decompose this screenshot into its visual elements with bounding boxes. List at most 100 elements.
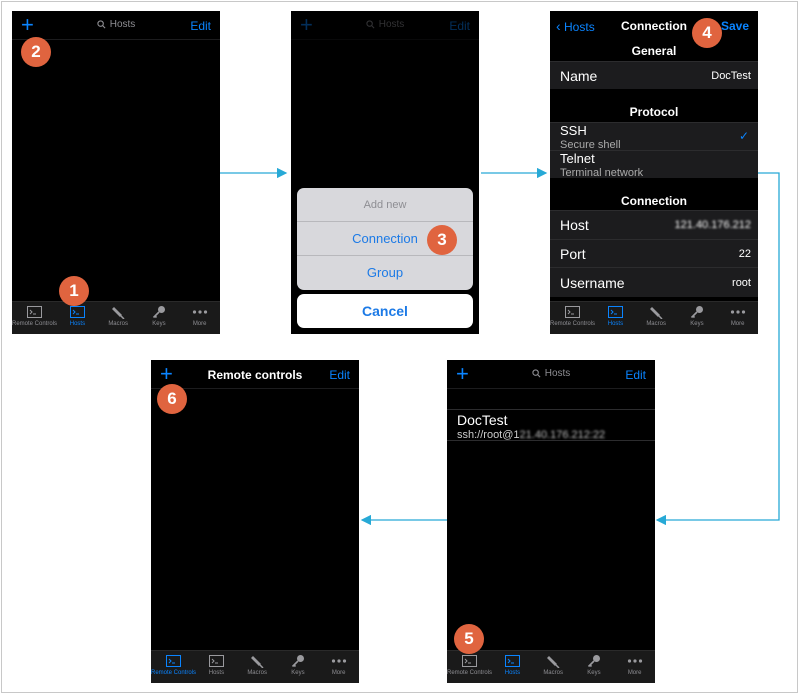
top-bar: + Hosts Edit <box>12 11 220 40</box>
terminal-icon <box>462 654 478 668</box>
more-icon <box>192 305 208 319</box>
host-url-blurred: 21.40.176.212:22 <box>519 429 606 441</box>
tab-label: Remote Controls <box>447 670 493 676</box>
tab-macros[interactable]: Macros <box>237 651 278 683</box>
tab-hosts[interactable]: Hosts <box>196 651 237 683</box>
tab-macros[interactable]: Macros <box>533 651 574 683</box>
search-label: Hosts <box>544 368 571 379</box>
tab-label: Keys <box>291 670 305 676</box>
terminal-icon <box>166 654 182 668</box>
terminal-icon <box>504 654 520 668</box>
tab-keys[interactable]: Keys <box>278 651 319 683</box>
section-general: General <box>631 44 677 58</box>
key-icon <box>290 654 306 668</box>
cancel-button[interactable]: Cancel <box>297 294 473 328</box>
tab-more[interactable]: More <box>179 302 220 334</box>
top-bar: + Remote controls Edit <box>151 360 359 389</box>
tab-more[interactable]: More <box>318 651 359 683</box>
port-row[interactable]: Port 22 <box>550 239 758 267</box>
tab-label: Hosts <box>208 670 225 676</box>
step-badge-5: 5 <box>454 624 484 654</box>
tab-label: More <box>192 321 207 327</box>
more-icon <box>730 305 746 319</box>
terminal-icon <box>208 654 224 668</box>
section-connection: Connection <box>621 194 687 208</box>
search-field[interactable]: Hosts <box>12 19 220 30</box>
tab-macros[interactable]: Macros <box>636 302 677 334</box>
tab-bar: Remote Controls Hosts Macros Keys More <box>550 301 758 334</box>
step-badge-6: 6 <box>157 384 187 414</box>
search-label: Hosts <box>378 19 405 30</box>
top-bar: + Hosts Edit <box>291 11 479 40</box>
edit-button[interactable]: Edit <box>449 19 470 33</box>
tab-more[interactable]: More <box>717 302 758 334</box>
macro-icon <box>110 305 126 319</box>
host-list-item[interactable]: DocTest ssh://root@121.40.176.212:22 <box>447 409 655 441</box>
telnet-sub: Terminal network <box>560 167 644 179</box>
tab-label: Remote Controls <box>151 670 197 676</box>
tab-label: More <box>627 670 642 676</box>
more-icon <box>331 654 347 668</box>
port-label: Port <box>560 246 586 262</box>
tab-label: More <box>730 321 745 327</box>
group-option[interactable]: Group <box>297 256 473 290</box>
tab-macros[interactable]: Macros <box>98 302 139 334</box>
tab-remote-controls[interactable]: Remote Controls <box>447 651 492 683</box>
telnet-label: Telnet <box>560 151 595 166</box>
tab-keys[interactable]: Keys <box>574 651 615 683</box>
sheet-header: Add new <box>297 188 473 222</box>
tab-keys[interactable]: Keys <box>139 302 180 334</box>
tab-label: Hosts <box>69 321 86 327</box>
tab-label: Keys <box>152 321 166 327</box>
ssh-label: SSH <box>560 123 587 138</box>
tab-hosts[interactable]: Hosts <box>492 651 533 683</box>
tab-label: More <box>331 670 346 676</box>
step-badge-4: 4 <box>692 18 722 48</box>
tab-remote-controls[interactable]: Remote Controls <box>12 302 57 334</box>
name-row[interactable]: Name DocTest <box>550 61 758 89</box>
key-icon <box>689 305 705 319</box>
macro-icon <box>249 654 265 668</box>
tab-keys[interactable]: Keys <box>677 302 718 334</box>
tab-label: Remote Controls <box>12 321 58 327</box>
terminal-icon <box>607 305 623 319</box>
step-badge-1: 1 <box>59 276 89 306</box>
edit-button[interactable]: Edit <box>329 368 350 382</box>
ssh-row[interactable]: SSH Secure shell ✓ <box>550 122 758 151</box>
name-label: Name <box>560 68 598 84</box>
tab-bar: Remote Controls Hosts Macros Keys More <box>447 650 655 683</box>
screen-connection-form: ‹ Hosts Connection Save General Name Doc… <box>550 11 758 334</box>
tab-hosts[interactable]: Hosts <box>57 302 98 334</box>
tab-label: Macros <box>543 670 563 676</box>
host-row[interactable]: Host 121.40.176.212 <box>550 210 758 239</box>
tab-label: Keys <box>587 670 601 676</box>
step-badge-3: 3 <box>427 225 457 255</box>
host-item-url: ssh://root@121.40.176.212:22 <box>457 429 605 441</box>
search-field[interactable]: Hosts <box>447 368 655 379</box>
key-icon <box>586 654 602 668</box>
search-icon <box>366 20 375 29</box>
macro-icon <box>648 305 664 319</box>
key-icon <box>151 305 167 319</box>
tab-label: Hosts <box>607 321 624 327</box>
tab-more[interactable]: More <box>614 651 655 683</box>
search-label: Hosts <box>109 19 136 30</box>
edit-button[interactable]: Edit <box>190 19 211 33</box>
tab-label: Hosts <box>504 670 521 676</box>
name-value: DocTest <box>711 70 751 82</box>
tab-hosts[interactable]: Hosts <box>595 302 636 334</box>
host-value: 121.40.176.212 <box>674 219 751 231</box>
port-value: 22 <box>738 248 751 260</box>
terminal-icon <box>27 305 43 319</box>
username-row[interactable]: Username root <box>550 267 758 297</box>
host-item-name: DocTest <box>457 412 508 428</box>
telnet-row[interactable]: Telnet Terminal network <box>550 150 758 179</box>
tab-label: Macros <box>247 670 267 676</box>
tab-remote-controls[interactable]: Remote Controls <box>550 302 595 334</box>
username-value: root <box>732 277 751 289</box>
edit-button[interactable]: Edit <box>625 368 646 382</box>
step-badge-2: 2 <box>21 37 51 67</box>
tab-remote-controls[interactable]: Remote Controls <box>151 651 196 683</box>
save-button[interactable]: Save <box>721 19 749 33</box>
nav-title: Remote controls <box>207 368 303 382</box>
